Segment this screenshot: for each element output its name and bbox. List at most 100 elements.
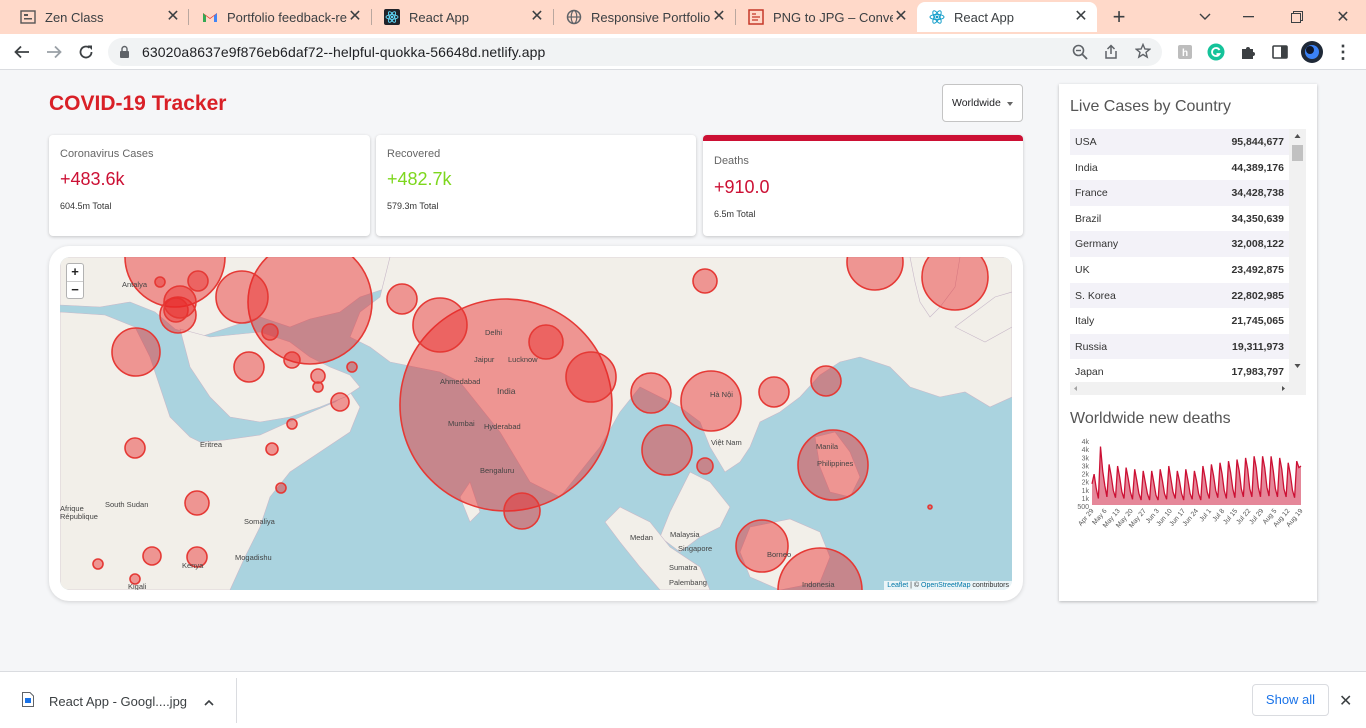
map-label: Sumatra bbox=[669, 563, 698, 572]
close-icon[interactable]: ✕ bbox=[893, 9, 909, 25]
back-button[interactable] bbox=[9, 39, 35, 65]
stat-label: Coronavirus Cases bbox=[60, 148, 154, 160]
countries-table[interactable]: USA 95,844,677 India 44,389,176 France 34,428… bbox=[1070, 129, 1306, 395]
map-label: South Sudan bbox=[105, 500, 148, 509]
country-name: France bbox=[1075, 187, 1108, 200]
profile-avatar[interactable] bbox=[1299, 39, 1325, 65]
table-row: Russia 19,311,973 bbox=[1070, 333, 1289, 360]
tab-png-to-jpg[interactable]: PNG to JPG – Convert ✕ bbox=[736, 2, 917, 32]
deaths-chart[interactable]: 4k4k3k3k2k2k1k1k500Apr 29May 6May 13May … bbox=[1070, 436, 1306, 546]
forward-button[interactable] bbox=[41, 39, 67, 65]
reload-button[interactable] bbox=[73, 39, 99, 65]
stat-value: +910.0 bbox=[714, 177, 770, 197]
tab-title: React App bbox=[954, 9, 1014, 25]
zoom-icon[interactable] bbox=[1072, 44, 1088, 63]
converter-favicon bbox=[748, 9, 764, 25]
country-name: Germany bbox=[1075, 238, 1119, 251]
map-label: Borneo bbox=[767, 550, 791, 559]
tab-react-app[interactable]: React App ✕ bbox=[372, 2, 553, 32]
download-bar: React App - Googl....jpg Show all ✕ bbox=[0, 671, 1366, 728]
vertical-scrollbar[interactable] bbox=[1289, 129, 1306, 382]
close-icon[interactable]: ✕ bbox=[347, 9, 363, 25]
recovered-stat-card[interactable]: Recovered +482.7k 579.3m Total bbox=[376, 135, 696, 236]
close-icon[interactable]: ✕ bbox=[1073, 9, 1089, 25]
restore-button[interactable] bbox=[1285, 5, 1309, 29]
map-label: Kenya bbox=[182, 561, 204, 570]
tab-strip: Zen Class ✕ Portfolio feedback-req ✕ Rea… bbox=[0, 0, 1366, 34]
share-icon[interactable] bbox=[1103, 44, 1119, 63]
country-cases: 19,311,973 bbox=[1232, 340, 1284, 353]
page-viewport: COVID-19 Tracker Worldwide Coronavirus C… bbox=[0, 70, 1366, 671]
close-window-button[interactable]: ✕ bbox=[1331, 5, 1355, 29]
leaflet-link[interactable]: Leaflet bbox=[887, 582, 908, 589]
close-icon[interactable]: ✕ bbox=[165, 9, 181, 25]
tab-title: Portfolio feedback-req bbox=[227, 9, 347, 25]
zoom-in-button[interactable]: + bbox=[67, 264, 83, 281]
live-cases-title: Live Cases by Country bbox=[1070, 98, 1231, 115]
y-tick-label: 3k bbox=[1082, 455, 1090, 462]
country-name: India bbox=[1075, 161, 1098, 174]
world-map[interactable]: Antalya Delhi Jaipur Lucknow Ahmedabad I… bbox=[60, 257, 1012, 590]
tab-responsive-portfolio[interactable]: Responsive Portfolio W ✕ bbox=[554, 2, 735, 32]
table-row: USA 95,844,677 bbox=[1070, 129, 1289, 155]
minimize-button[interactable] bbox=[1237, 5, 1261, 29]
react-favicon bbox=[384, 9, 400, 25]
map-label: Indonesia bbox=[802, 580, 835, 589]
osm-link[interactable]: OpenStreetMap bbox=[921, 582, 970, 589]
tab-portfolio-feedback[interactable]: Portfolio feedback-req ✕ bbox=[190, 2, 371, 32]
zen-class-favicon bbox=[20, 9, 36, 25]
map-label: Mogadishu bbox=[235, 553, 272, 562]
country-cases: 34,350,639 bbox=[1231, 212, 1284, 225]
lock-icon[interactable] bbox=[119, 45, 130, 62]
country-select[interactable]: Worldwide bbox=[942, 84, 1023, 122]
menu-kebab-icon[interactable]: ⋮ bbox=[1330, 39, 1356, 65]
y-tick-label: 2k bbox=[1082, 472, 1090, 479]
caret-down-icon bbox=[1007, 102, 1013, 106]
download-filename: React App - Googl....jpg bbox=[49, 693, 188, 709]
attribution-separator: | © bbox=[908, 582, 922, 589]
show-all-button[interactable]: Show all bbox=[1252, 684, 1329, 716]
stat-value: +483.6k bbox=[60, 169, 125, 189]
horizontal-scrollbar[interactable] bbox=[1070, 382, 1306, 395]
country-select-value: Worldwide bbox=[952, 97, 1001, 109]
y-tick-label: 3k bbox=[1082, 463, 1090, 470]
map-label: India bbox=[497, 386, 516, 396]
close-icon[interactable]: ✕ bbox=[711, 9, 727, 25]
tab-zen-class[interactable]: Zen Class ✕ bbox=[8, 2, 189, 32]
map-label: Jaipur bbox=[474, 355, 495, 364]
side-panel-icon[interactable] bbox=[1267, 39, 1293, 65]
address-bar[interactable]: 63020a8637e9f876eb6daf72--helpful-quokka… bbox=[108, 38, 1162, 66]
tab-divider bbox=[188, 9, 189, 25]
deaths-stat-card[interactable]: Deaths +910.0 6.5m Total bbox=[703, 135, 1023, 236]
country-cases: 32,008,122 bbox=[1231, 238, 1284, 251]
tab-search-chevron-icon[interactable] bbox=[1193, 5, 1217, 29]
map-label: Hà Nội bbox=[710, 390, 733, 399]
bookmark-star-icon[interactable] bbox=[1134, 42, 1152, 62]
close-downloads-icon[interactable]: ✕ bbox=[1339, 691, 1352, 711]
map-tiles: Antalya Delhi Jaipur Lucknow Ahmedabad I… bbox=[60, 257, 1012, 590]
download-item[interactable]: React App - Googl....jpg bbox=[22, 692, 214, 710]
map-label: Kigali bbox=[128, 582, 147, 590]
zoom-out-button[interactable]: − bbox=[67, 281, 83, 298]
map-label: République bbox=[60, 512, 98, 521]
map-label: Manila bbox=[816, 442, 839, 451]
map-label: Philippines bbox=[817, 459, 854, 468]
close-icon[interactable]: ✕ bbox=[529, 9, 545, 25]
grammarly-icon[interactable] bbox=[1203, 39, 1229, 65]
chevron-up-icon[interactable] bbox=[204, 694, 214, 709]
country-name: Brazil bbox=[1075, 212, 1102, 225]
extension-icon[interactable]: h bbox=[1172, 39, 1198, 65]
cases-stat-card[interactable]: Coronavirus Cases +483.6k 604.5m Total bbox=[49, 135, 370, 236]
table-row: Italy 21,745,065 bbox=[1070, 308, 1289, 334]
tab-title: PNG to JPG – Convert bbox=[773, 9, 893, 25]
map-label: Bengaluru bbox=[480, 466, 514, 475]
stat-value: +482.7k bbox=[387, 169, 452, 189]
country-cases: 17,983,797 bbox=[1231, 366, 1284, 379]
sidebar-card: Live Cases by Country USA 95,844,677 India… bbox=[1059, 84, 1317, 601]
map-label: Antalya bbox=[122, 280, 148, 289]
extensions-puzzle-icon[interactable] bbox=[1235, 39, 1261, 65]
tab-react-app-active[interactable]: React App ✕ bbox=[917, 2, 1097, 32]
country-cases: 44,389,176 bbox=[1231, 161, 1284, 174]
new-tab-button[interactable]: + bbox=[1107, 4, 1131, 29]
app-title: COVID-19 Tracker bbox=[49, 92, 227, 115]
